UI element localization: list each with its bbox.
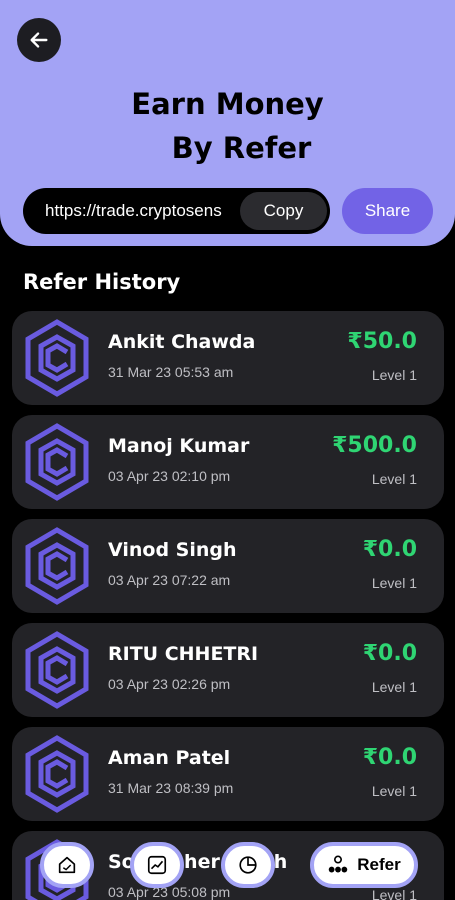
pie-chart-icon — [239, 856, 257, 874]
nav-portfolio-button[interactable] — [221, 842, 275, 888]
refer-history-title: Refer History — [23, 270, 181, 294]
arrow-left-icon — [30, 32, 48, 48]
referral-name: Vinod Singh — [108, 539, 237, 561]
referral-name: Ankit Chawda — [108, 331, 256, 353]
back-button[interactable] — [17, 18, 61, 62]
title-line-1: Earn Money — [131, 87, 324, 121]
refer-history-list: Ankit Chawda 31 Mar 23 05:53 am ₹50.0 Le… — [12, 311, 444, 900]
referral-level: Level 1 — [371, 783, 417, 799]
referral-link-text: https://trade.cryptosens — [45, 201, 222, 220]
crypto-logo-icon — [25, 527, 89, 605]
referral-level: Level 1 — [371, 575, 417, 591]
referral-date: 31 Mar 23 05:53 am — [108, 364, 234, 380]
nav-home-button[interactable] — [40, 842, 94, 888]
referral-amount: ₹0.0 — [362, 745, 417, 770]
referral-level: Level 1 — [371, 679, 417, 695]
refer-history-item[interactable]: Manoj Kumar 03 Apr 23 02:10 pm ₹500.0 Le… — [12, 415, 444, 509]
referral-date: 03 Apr 23 07:22 am — [108, 572, 231, 588]
referral-date: 03 Apr 23 02:10 pm — [108, 468, 231, 484]
crypto-logo-icon — [25, 319, 89, 397]
title-line-2: By Refer — [171, 131, 312, 165]
home-icon — [58, 856, 76, 874]
copy-button[interactable]: Copy — [240, 192, 327, 230]
nav-refer-label: Refer — [357, 855, 401, 874]
refer-history-item[interactable]: Vinod Singh 03 Apr 23 07:22 am ₹0.0 Leve… — [12, 519, 444, 613]
nav-chart-button[interactable] — [130, 842, 184, 888]
referral-amount: ₹0.0 — [362, 537, 417, 562]
refer-history-item[interactable]: Ankit Chawda 31 Mar 23 05:53 am ₹50.0 Le… — [12, 311, 444, 405]
referral-amount: ₹500.0 — [332, 433, 417, 458]
nav-refer-button[interactable]: Refer — [310, 842, 418, 888]
refer-history-item[interactable]: RITU CHHETRI 03 Apr 23 02:26 pm ₹0.0 Lev… — [12, 623, 444, 717]
crypto-logo-icon — [25, 631, 89, 709]
bottom-nav: Refer — [0, 838, 455, 900]
referral-name: Manoj Kumar — [108, 435, 250, 457]
crypto-logo-icon — [25, 735, 89, 813]
referral-amount: ₹50.0 — [347, 329, 417, 354]
refer-history-item[interactable]: Aman Patel 31 Mar 23 08:39 pm ₹0.0 Level… — [12, 727, 444, 821]
header-banner: Earn Money By Refer https://trade.crypto… — [0, 0, 455, 246]
referral-name: Aman Patel — [108, 747, 231, 769]
chart-icon — [147, 855, 167, 875]
users-icon — [328, 855, 348, 873]
referral-date: 03 Apr 23 02:26 pm — [108, 676, 231, 692]
referral-date: 31 Mar 23 08:39 pm — [108, 780, 234, 796]
share-button[interactable]: Share — [342, 188, 433, 234]
referral-amount: ₹0.0 — [362, 641, 417, 666]
referral-level: Level 1 — [371, 367, 417, 383]
referral-level: Level 1 — [371, 471, 417, 487]
crypto-logo-icon — [25, 423, 89, 501]
page-title: Earn Money By Refer — [0, 82, 455, 170]
referral-name: RITU CHHETRI — [108, 643, 259, 665]
referral-link-field[interactable]: https://trade.cryptosens Copy — [23, 188, 330, 234]
